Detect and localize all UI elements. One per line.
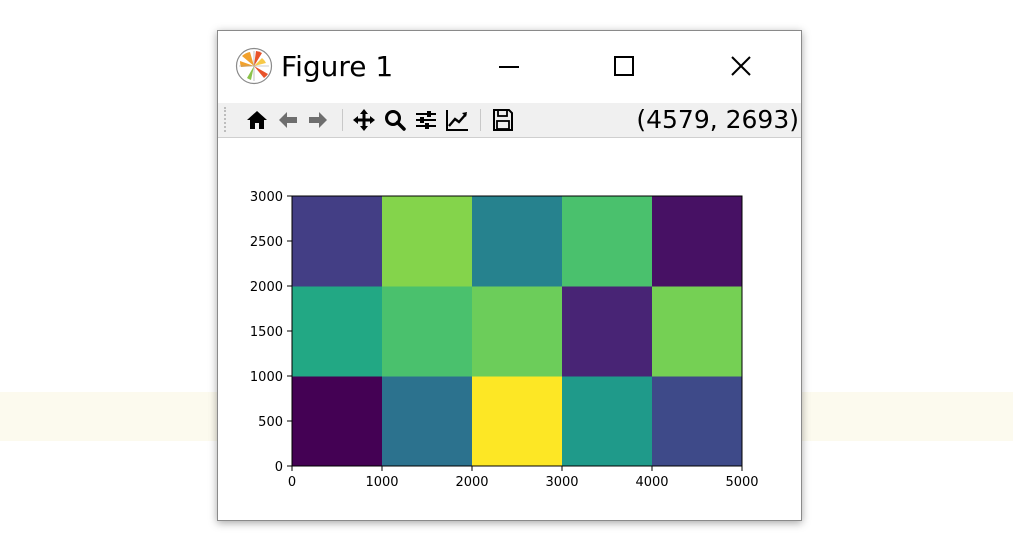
matplotlib-logo-icon	[235, 47, 273, 85]
pan-move-icon	[351, 109, 377, 137]
pan-button[interactable]	[351, 107, 377, 133]
heatmap-cell	[292, 196, 383, 287]
close-icon	[718, 56, 764, 89]
heatmap-cell	[382, 286, 473, 377]
y-tick-label: 3000	[250, 190, 283, 205]
y-tick-label: 0	[275, 460, 283, 475]
x-tick-label: 4000	[635, 475, 668, 490]
save-floppy-icon	[490, 109, 516, 137]
x-tick-label: 2000	[455, 475, 488, 490]
edit-axes-line-icon	[444, 110, 470, 137]
forward-arrow-icon	[305, 112, 331, 137]
cursor-coordinate-readout: (4579, 2693)	[636, 105, 799, 134]
heatmap-cell	[472, 286, 563, 377]
heatmap-cell	[652, 376, 743, 467]
figure-window: Figure 1 (4579, 2693) 0 1000 2000 3000 4…	[217, 30, 802, 521]
forward-button[interactable]	[305, 107, 331, 133]
heatmap-cell	[382, 196, 473, 287]
home-icon	[244, 111, 270, 137]
heatmap-cell	[562, 196, 653, 287]
title-bar[interactable]: Figure 1	[218, 31, 801, 103]
back-button[interactable]	[275, 107, 301, 133]
subplots-configure-icon	[413, 111, 439, 137]
heatmap-cell	[382, 376, 473, 467]
x-tick-label: 0	[288, 475, 296, 490]
heatmap-cell	[292, 286, 383, 377]
toolbar-separator	[342, 109, 343, 131]
heatmap-cell	[562, 376, 653, 467]
heatmap-cell	[292, 376, 383, 467]
x-tick-label: 1000	[365, 475, 398, 490]
configure-subplots-button[interactable]	[413, 107, 439, 133]
y-tick-label: 1500	[250, 325, 283, 340]
heatmap-chart[interactable]: 0 1000 2000 3000 4000 5000 0 500 1000 1500 2000 250…	[218, 138, 801, 520]
home-button[interactable]	[244, 107, 270, 133]
toolbar-separator	[480, 109, 481, 131]
maximize-button[interactable]	[601, 49, 647, 85]
heatmap-cell	[472, 376, 563, 467]
toolbar-grip[interactable]	[224, 107, 226, 132]
edit-axes-button[interactable]	[444, 107, 470, 133]
x-tick-label: 5000	[725, 475, 758, 490]
y-tick-label: 2500	[250, 235, 283, 250]
x-tick-label: 3000	[545, 475, 578, 490]
y-tick-label: 1000	[250, 370, 283, 385]
minimize-icon	[486, 66, 532, 89]
zoom-magnifier-icon	[382, 110, 408, 137]
y-tick-label: 500	[258, 415, 283, 430]
navigation-toolbar: (4579, 2693)	[218, 103, 801, 138]
window-title: Figure 1	[281, 50, 394, 83]
figure-canvas[interactable]: 0 1000 2000 3000 4000 5000 0 500 1000 1500 2000 250…	[218, 138, 801, 520]
minimize-button[interactable]	[486, 49, 532, 85]
close-button[interactable]	[718, 49, 764, 85]
maximize-icon	[601, 56, 647, 89]
zoom-button[interactable]	[382, 107, 408, 133]
heatmap-cell	[652, 286, 743, 377]
heatmap-cell	[652, 196, 743, 287]
back-arrow-icon	[275, 112, 301, 137]
heatmap-cell	[562, 286, 653, 377]
save-button[interactable]	[490, 107, 516, 133]
heatmap-cell	[472, 196, 563, 287]
y-tick-label: 2000	[250, 280, 283, 295]
